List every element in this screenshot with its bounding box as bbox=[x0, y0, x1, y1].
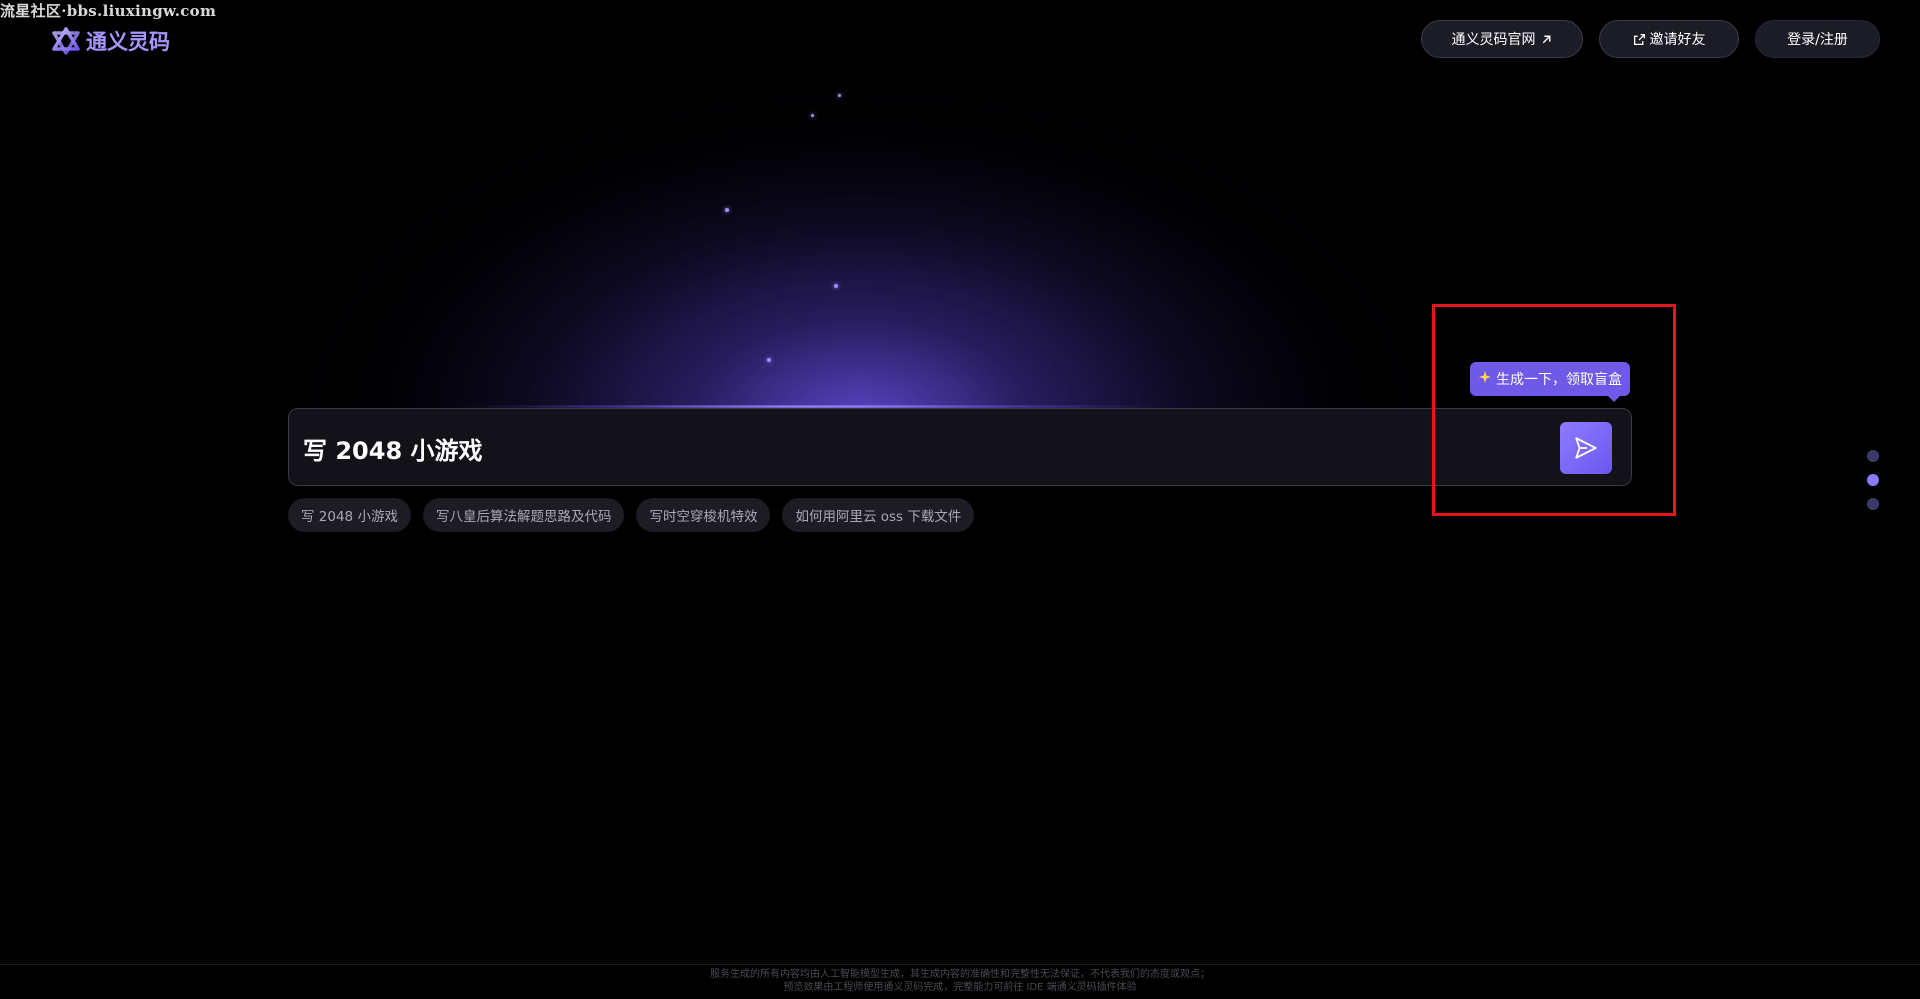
arrow-up-right-icon bbox=[1542, 35, 1550, 43]
star-decoration bbox=[834, 284, 838, 288]
section-pagination bbox=[1867, 450, 1879, 510]
send-icon bbox=[1575, 437, 1597, 459]
pagination-dot[interactable] bbox=[1867, 498, 1879, 510]
logo-icon bbox=[52, 27, 80, 55]
page: 流星社区·bbs.liuxingw.com 通义灵码 通义灵码官网 邀请好友 登… bbox=[0, 0, 1920, 999]
suggestion-chip[interactable]: 写 2048 小游戏 bbox=[288, 498, 411, 532]
pagination-dot[interactable] bbox=[1867, 450, 1879, 462]
official-site-button[interactable]: 通义灵码官网 bbox=[1421, 20, 1583, 58]
disclaimer-line-1: 服务生成的所有内容均由人工智能模型生成，其生成内容的准确性和完整性无法保证，不代… bbox=[710, 969, 1210, 980]
footer-divider bbox=[0, 964, 1920, 965]
login-register-button[interactable]: 登录/注册 bbox=[1755, 20, 1880, 58]
logo[interactable]: 通义灵码 bbox=[52, 26, 170, 56]
star-decoration bbox=[811, 114, 814, 117]
tooltip-text: 生成一下，领取盲盒 bbox=[1496, 372, 1622, 388]
star-decoration bbox=[838, 94, 841, 97]
invite-friends-button[interactable]: 邀请好友 bbox=[1599, 20, 1739, 58]
footer-disclaimer: 服务生成的所有内容均由人工智能模型生成，其生成内容的准确性和完整性无法保证，不代… bbox=[0, 968, 1920, 994]
share-icon bbox=[1633, 33, 1645, 45]
prompt-input[interactable] bbox=[301, 427, 1505, 469]
sparkle-icon bbox=[1478, 370, 1492, 388]
suggestion-list: 写 2048 小游戏 写八皇后算法解题思路及代码 写时空穿梭机特效 如何用阿里云… bbox=[288, 498, 975, 532]
background-glow bbox=[200, 60, 1520, 420]
pagination-dot-active[interactable] bbox=[1867, 474, 1879, 486]
star-decoration bbox=[767, 358, 771, 362]
suggestion-chip[interactable]: 写八皇后算法解题思路及代码 bbox=[422, 498, 625, 532]
watermark: 流星社区·bbs.liuxingw.com bbox=[0, 2, 217, 20]
send-button[interactable] bbox=[1560, 422, 1612, 474]
disclaimer-line-2: 预览效果由工程师使用通义灵码完成，完整能力可前往 IDE 端通义灵码插件体验 bbox=[783, 982, 1137, 993]
invite-friends-label: 邀请好友 bbox=[1649, 32, 1706, 48]
official-site-label: 通义灵码官网 bbox=[1451, 32, 1536, 48]
prompt-box bbox=[288, 408, 1632, 486]
login-register-label: 登录/注册 bbox=[1787, 32, 1848, 48]
logo-text: 通义灵码 bbox=[86, 30, 170, 54]
star-decoration bbox=[725, 208, 729, 212]
suggestion-chip[interactable]: 写时空穿梭机特效 bbox=[636, 498, 771, 532]
suggestion-chip[interactable]: 如何用阿里云 oss 下载文件 bbox=[782, 498, 975, 532]
blind-box-tooltip: 生成一下，领取盲盒 bbox=[1470, 362, 1630, 402]
